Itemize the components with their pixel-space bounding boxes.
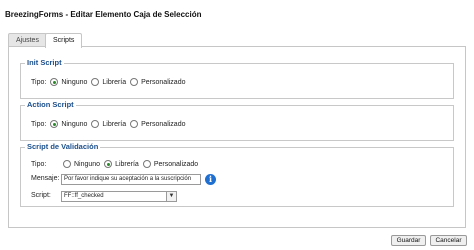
message-label: Mensaje:	[31, 175, 60, 182]
validation-script-group: Script de Validación Tipo: Ninguno Libre…	[20, 142, 454, 207]
radio[interactable]	[63, 160, 71, 168]
save-button[interactable]: Guardar	[391, 235, 426, 246]
init-radio-ninguno[interactable]: Ninguno	[50, 78, 87, 86]
action-type-label: Tipo:	[31, 120, 47, 128]
validation-radio-ninguno[interactable]: Ninguno	[63, 160, 100, 168]
radio-selected[interactable]	[104, 160, 113, 168]
action-script-legend: Action Script	[25, 100, 76, 109]
radio[interactable]	[91, 120, 100, 128]
radio[interactable]	[91, 78, 100, 86]
script-select[interactable]: FF::ff_checked ▼	[61, 191, 177, 202]
cancel-button[interactable]: Cancelar	[430, 235, 467, 246]
info-icon[interactable]: i	[205, 174, 216, 185]
window-title: BreezingForms - Editar Elemento Caja de …	[5, 10, 202, 19]
action-script-group: Action Script Tipo: Ninguno Librería Per…	[20, 100, 454, 141]
radio[interactable]	[142, 160, 151, 168]
action-radio-libreria[interactable]: Librería	[91, 120, 126, 128]
init-radio-personalizado[interactable]: Personalizado	[130, 78, 186, 86]
init-script-group: Init Script Tipo: Ninguno Librería Perso…	[20, 58, 454, 99]
tab-ajustes[interactable]: Ajustes	[8, 33, 47, 47]
validation-radio-personalizado[interactable]: Personalizado	[142, 160, 198, 168]
radio[interactable]	[130, 78, 139, 86]
init-script-legend: Init Script	[25, 58, 64, 67]
init-radio-libreria[interactable]: Librería	[91, 78, 126, 86]
validation-radio-libreria[interactable]: Librería	[104, 160, 139, 168]
validation-script-legend: Script de Validación	[25, 142, 101, 151]
message-field[interactable]: Por favor indique su aceptación a la sus…	[61, 174, 201, 185]
tab-scripts[interactable]: Scripts	[45, 33, 83, 48]
radio-selected[interactable]	[50, 78, 59, 86]
chevron-down-icon[interactable]: ▼	[166, 192, 176, 201]
script-select-value: FF::ff_checked	[64, 193, 104, 199]
action-radio-personalizado[interactable]: Personalizado	[130, 120, 186, 128]
radio[interactable]	[130, 120, 139, 128]
validation-type-label: Tipo:	[31, 160, 47, 168]
radio-selected[interactable]	[50, 120, 59, 128]
action-radio-ninguno[interactable]: Ninguno	[50, 120, 87, 128]
init-type-label: Tipo:	[31, 78, 47, 86]
script-label: Script:	[31, 192, 51, 199]
